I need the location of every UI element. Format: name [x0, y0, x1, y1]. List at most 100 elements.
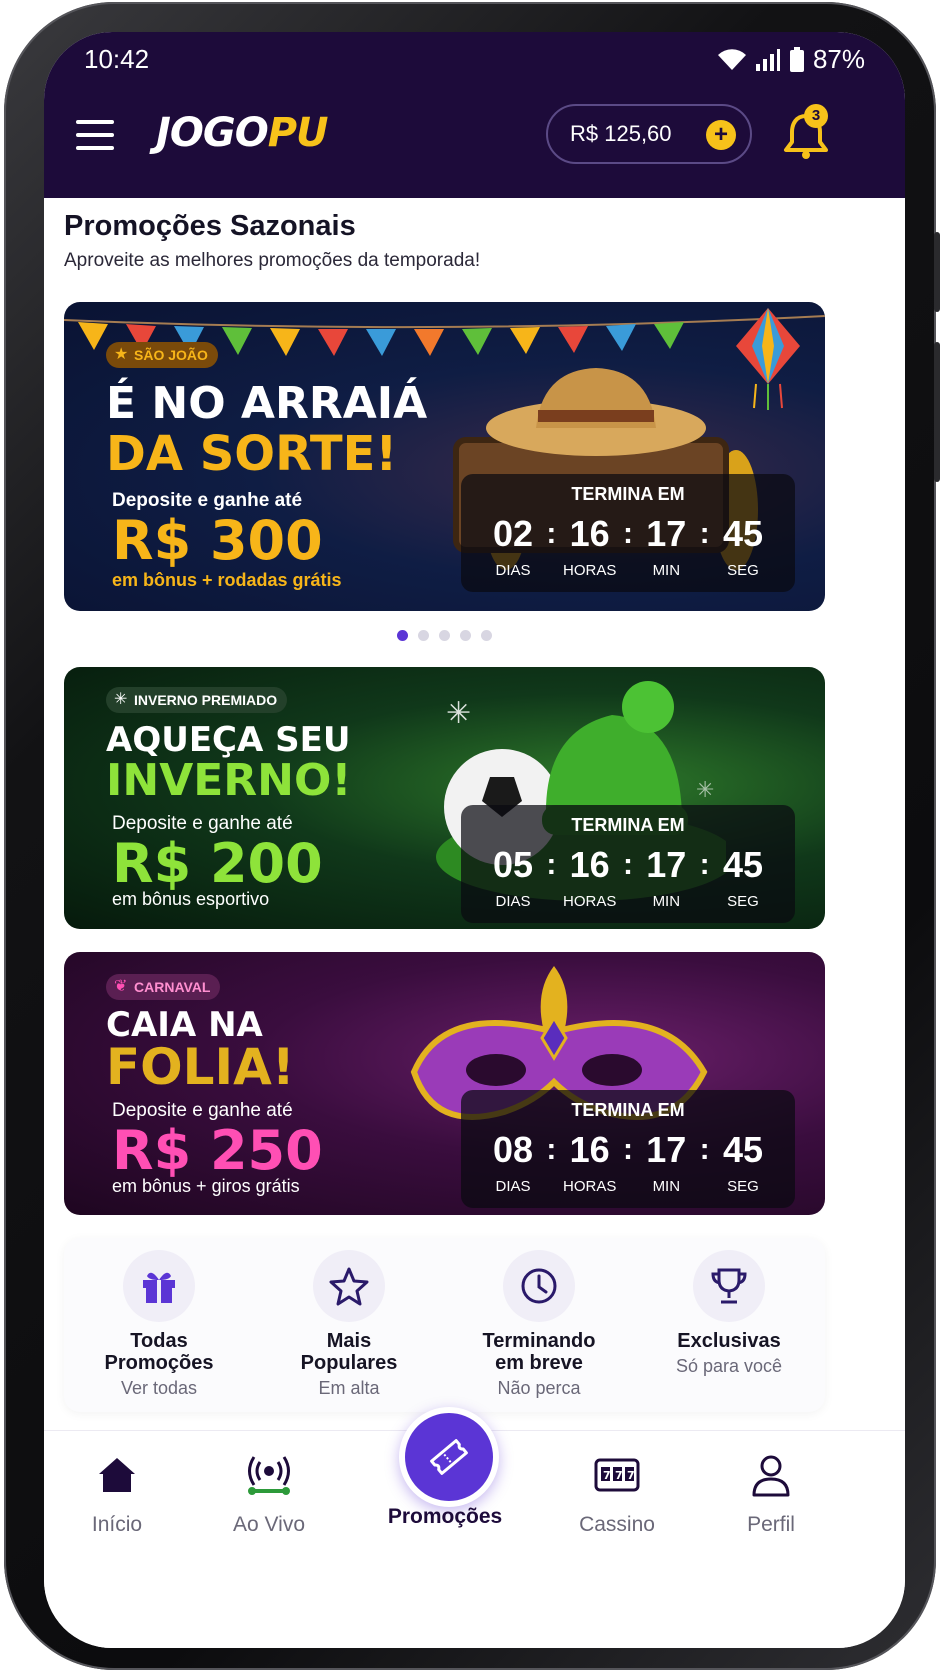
countdown-title: TERMINA EM [571, 484, 685, 504]
svg-text:7: 7 [603, 1469, 611, 1482]
snowflake-icon: ✳ [114, 691, 128, 708]
nav-label: Perfil [747, 1513, 795, 1536]
trophy-icon [693, 1250, 765, 1322]
nav-casino[interactable]: 777 Cassino [542, 1451, 692, 1537]
battery-icon [789, 46, 804, 72]
countdown-hours: 16 [569, 513, 610, 554]
filter-exclusive[interactable]: Exclusivas Só para você [634, 1250, 824, 1377]
countdown-min-label: MIN [652, 562, 681, 579]
promo-tag: ✳ INVERNO PREMIADO [106, 687, 288, 713]
countdown-hours-label: HORAS [562, 1178, 617, 1195]
page-subtitle: Aproveite as melhores promoções da tempo… [64, 250, 481, 271]
gift-icon [123, 1250, 195, 1322]
filter-ending-soon[interactable]: Terminando em breve Não perca [444, 1250, 634, 1399]
filter-subtitle: Não perca [497, 1378, 581, 1398]
status-time: 10:42 [84, 44, 150, 74]
app-header: 10:42 87% JOGOPU R$ 125,60 + 3 [44, 32, 905, 198]
countdown-separator: : [622, 517, 633, 550]
slot-machine-icon: 777 [542, 1451, 692, 1499]
countdown-separator: : [546, 517, 557, 550]
countdown-min-label: MIN [652, 893, 681, 910]
countdown-hours-label: HORAS [562, 562, 617, 579]
countdown-timer: TERMINA EM 08 DIAS : 16 HORAS : 17 MIN : 45… [461, 1090, 795, 1208]
promo-tag-label: SÃO JOÃO [134, 347, 208, 363]
screen: 10:42 87% JOGOPU R$ 125,60 + 3 Promoções… [44, 32, 905, 1648]
countdown-separator: : [622, 1133, 633, 1166]
carousel-dot[interactable] [418, 630, 429, 641]
nav-live[interactable]: Ao Vivo [194, 1451, 344, 1537]
countdown-days: 05 [492, 844, 534, 885]
promo-tag: ❦ CARNAVAL [106, 974, 221, 1000]
carousel-dot[interactable] [397, 630, 408, 641]
countdown-separator: : [699, 1133, 710, 1166]
promo-headline-2: FOLIA! [106, 1038, 295, 1096]
app-logo[interactable]: JOGOPU [156, 110, 329, 156]
promo-headline-1: CAIA NA [106, 1005, 263, 1045]
promo-amount-sub: em bônus + rodadas grátis [112, 570, 342, 590]
carousel-dot[interactable] [460, 630, 471, 641]
countdown-sec-label: SEG [727, 893, 759, 910]
nav-home[interactable]: Início [44, 1451, 192, 1537]
balance-amount: R$ 125,60 [570, 121, 672, 146]
countdown-timer: TERMINA EM 02 DIAS : 16 HORAS : 17 MIN : 45… [461, 474, 795, 592]
add-funds-icon[interactable]: + [706, 120, 736, 150]
countdown-days-label: DIAS [495, 562, 531, 579]
nav-promotions[interactable]: Promoções [370, 1505, 520, 1529]
filter-most-popular[interactable]: Mais Populares Em alta [254, 1250, 444, 1399]
signal-icon [755, 48, 780, 71]
filter-subtitle: Só para você [675, 1356, 783, 1376]
menu-button[interactable] [76, 120, 116, 152]
countdown-days-label: DIAS [495, 893, 531, 910]
filter-title: Exclusivas [677, 1330, 781, 1352]
promo-amount: R$ 300 [112, 509, 323, 572]
user-icon [696, 1451, 846, 1499]
phone-frame: 10:42 87% JOGOPU R$ 125,60 + 3 Promoções… [4, 2, 940, 1670]
promo-amount: R$ 200 [112, 832, 323, 895]
countdown-min: 17 [646, 1129, 687, 1170]
carousel-dot[interactable] [481, 630, 492, 641]
countdown-sec-label: SEG [727, 562, 759, 579]
countdown-timer: TERMINA EM 05 DIAS : 16 HORAS : 17 MIN : 45… [461, 805, 795, 923]
promo-banner-carnaval[interactable]: ❦ CARNAVAL CAIA NA FOLIA! Deposite e gan… [64, 952, 825, 1215]
promo-tag: ★ SÃO JOÃO [106, 342, 218, 368]
star-icon: ★ [114, 346, 129, 363]
notification-badge: 3 [804, 104, 828, 128]
mask-icon: ❦ [114, 978, 128, 995]
countdown-separator: : [699, 517, 710, 550]
promo-amount-sub: em bônus esportivo [112, 889, 270, 909]
countdown-days: 02 [492, 513, 534, 554]
balance-button[interactable]: R$ 125,60 + [546, 104, 752, 164]
promo-banner-sao-joao[interactable]: ★ SÃO JOÃO É NO ARRAIÁ DA SORTE! Deposit… [64, 302, 825, 611]
svg-text:✳: ✳ [446, 696, 471, 731]
logo-main-text: JOGO [156, 110, 269, 156]
carousel-indicator [397, 630, 492, 641]
countdown-hours: 16 [569, 1129, 610, 1170]
countdown-min: 17 [646, 513, 687, 554]
promo-headline-1: É NO ARRAIÁ [106, 378, 428, 429]
power-button [934, 342, 940, 482]
filter-all-promotions[interactable]: Todas Promoções Ver todas [64, 1250, 254, 1399]
filter-title: Todas Promoções [104, 1330, 214, 1374]
countdown-days: 08 [492, 1129, 534, 1170]
bottom-navigation: Início Ao Vivo Promoções 777 Cassino Per… [44, 1407, 905, 1648]
logo-accent-text: PU [267, 110, 329, 156]
nav-label: Promoções [387, 1505, 503, 1528]
countdown-hours-label: HORAS [562, 893, 617, 910]
carousel-dot[interactable] [439, 630, 450, 641]
svg-text:7: 7 [627, 1469, 635, 1482]
svg-text:✳: ✳ [696, 778, 714, 803]
countdown-sec: 45 [722, 1129, 763, 1170]
home-icon [44, 1451, 192, 1499]
promotions-fab[interactable] [399, 1407, 499, 1507]
countdown-hours: 16 [569, 844, 610, 885]
promo-headline-2: DA SORTE! [106, 426, 398, 482]
status-icons: 87% [717, 44, 865, 75]
promo-tag-label: CARNAVAL [134, 979, 211, 995]
nav-profile[interactable]: Perfil [696, 1451, 846, 1537]
countdown-min: 17 [646, 844, 687, 885]
countdown-separator: : [622, 848, 633, 881]
countdown-title: TERMINA EM [571, 815, 685, 835]
promo-banner-inverno[interactable]: ✳ ✳ ✳ INVERNO PREMIADO AQUEÇA SEU INVERN… [64, 667, 825, 929]
countdown-sec-label: SEG [727, 1178, 759, 1195]
promo-quick-filters: Todas Promoções Ver todas Mais Populares… [64, 1238, 825, 1412]
